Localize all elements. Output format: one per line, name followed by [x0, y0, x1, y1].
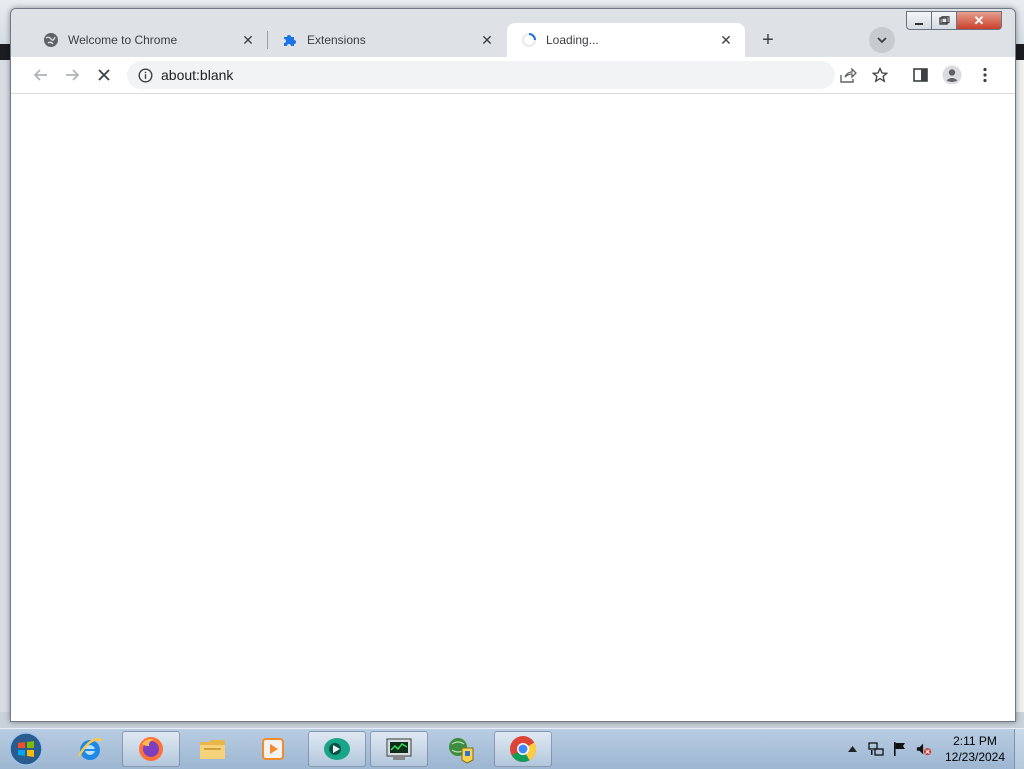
task-manager-icon [386, 738, 412, 760]
new-tab-button[interactable]: + [755, 27, 781, 53]
show-hidden-icons-button[interactable] [844, 741, 860, 757]
forward-button[interactable] [58, 61, 86, 89]
close-icon: ✕ [973, 12, 985, 28]
info-icon[interactable] [137, 67, 153, 83]
taskbar-item-task-manager[interactable] [370, 731, 428, 767]
profile-button[interactable] [938, 61, 966, 89]
stop-x-icon [98, 69, 110, 81]
taskbar-item-explorer[interactable] [184, 731, 242, 767]
chrome-window: Welcome to Chrome ✕ Extensions ✕ Loading… [10, 8, 1016, 722]
firefox-icon [139, 737, 163, 761]
network-icon [868, 742, 884, 756]
globe-icon [43, 32, 59, 48]
avatar-icon [942, 65, 962, 85]
taskbar-item-ie[interactable] [61, 731, 119, 767]
menu-button[interactable] [971, 61, 999, 89]
clock-time: 2:11 PM [953, 734, 997, 748]
taskbar: 2:11 PM 12/23/2024 [0, 728, 1024, 769]
minimize-icon [915, 22, 923, 25]
tab-title: Extensions [307, 33, 366, 47]
network-tray-button[interactable] [868, 741, 884, 757]
media-player-icon [262, 738, 284, 760]
show-desktop-button[interactable] [1014, 729, 1024, 769]
tab-loading[interactable]: Loading... ✕ [507, 23, 745, 57]
volume-muted-icon [916, 743, 932, 756]
taskbar-item-chrome[interactable] [494, 731, 552, 767]
loading-spinner-icon [521, 32, 537, 48]
tab-title: Loading... [546, 33, 599, 47]
minimize-button[interactable] [906, 11, 932, 30]
address-text[interactable]: about:blank [161, 67, 233, 83]
back-button[interactable] [27, 61, 55, 89]
star-icon [872, 67, 888, 83]
volume-button[interactable] [916, 741, 932, 757]
file-explorer-icon [200, 740, 225, 759]
stop-button[interactable] [90, 61, 118, 89]
windows-orb-icon [9, 732, 43, 766]
window-caption-buttons: ✕ [906, 11, 1002, 31]
more-vert-icon [983, 67, 987, 83]
close-window-button[interactable]: ✕ [957, 11, 1002, 30]
close-icon[interactable]: ✕ [717, 31, 735, 49]
maximize-button[interactable] [932, 11, 957, 30]
close-icon[interactable]: ✕ [239, 31, 257, 49]
tab-welcome[interactable]: Welcome to Chrome ✕ [29, 23, 267, 57]
share-icon [839, 67, 857, 83]
plus-icon: + [762, 29, 774, 51]
address-bar[interactable]: about:blank [127, 61, 835, 89]
taskbar-item-network-tool[interactable] [432, 731, 490, 767]
share-button[interactable] [834, 61, 862, 89]
arrow-right-icon [66, 69, 80, 81]
clock[interactable]: 2:11 PM 12/23/2024 [940, 733, 1010, 765]
chevron-up-icon [847, 746, 857, 752]
restore-icon [938, 15, 949, 25]
tab-strip: Welcome to Chrome ✕ Extensions ✕ Loading… [11, 9, 1015, 57]
arrow-left-icon [33, 69, 47, 81]
close-icon[interactable]: ✕ [478, 31, 496, 49]
taskbar-item-firefox[interactable] [122, 731, 180, 767]
network-tool-icon [449, 738, 474, 764]
bookmark-button[interactable] [866, 61, 894, 89]
flag-icon [894, 742, 905, 756]
puzzle-icon [282, 32, 298, 48]
tab-title: Welcome to Chrome [68, 33, 178, 47]
page-content[interactable] [11, 94, 1015, 721]
side-panel-button[interactable] [906, 61, 934, 89]
action-center-button[interactable] [892, 741, 908, 757]
start-button[interactable] [4, 731, 48, 767]
side-panel-icon [912, 68, 928, 82]
chevron-down-icon [877, 37, 887, 44]
chrome-icon [510, 736, 537, 763]
browser-toolbar: about:blank [11, 57, 1015, 94]
internet-explorer-icon [77, 738, 103, 760]
chat-app-icon [324, 738, 350, 760]
taskbar-item-media[interactable] [244, 731, 302, 767]
tab-extensions[interactable]: Extensions ✕ [268, 23, 506, 57]
clock-date: 12/23/2024 [944, 750, 1006, 764]
tab-search-button[interactable] [869, 27, 895, 53]
taskbar-item-chat[interactable] [308, 731, 366, 767]
